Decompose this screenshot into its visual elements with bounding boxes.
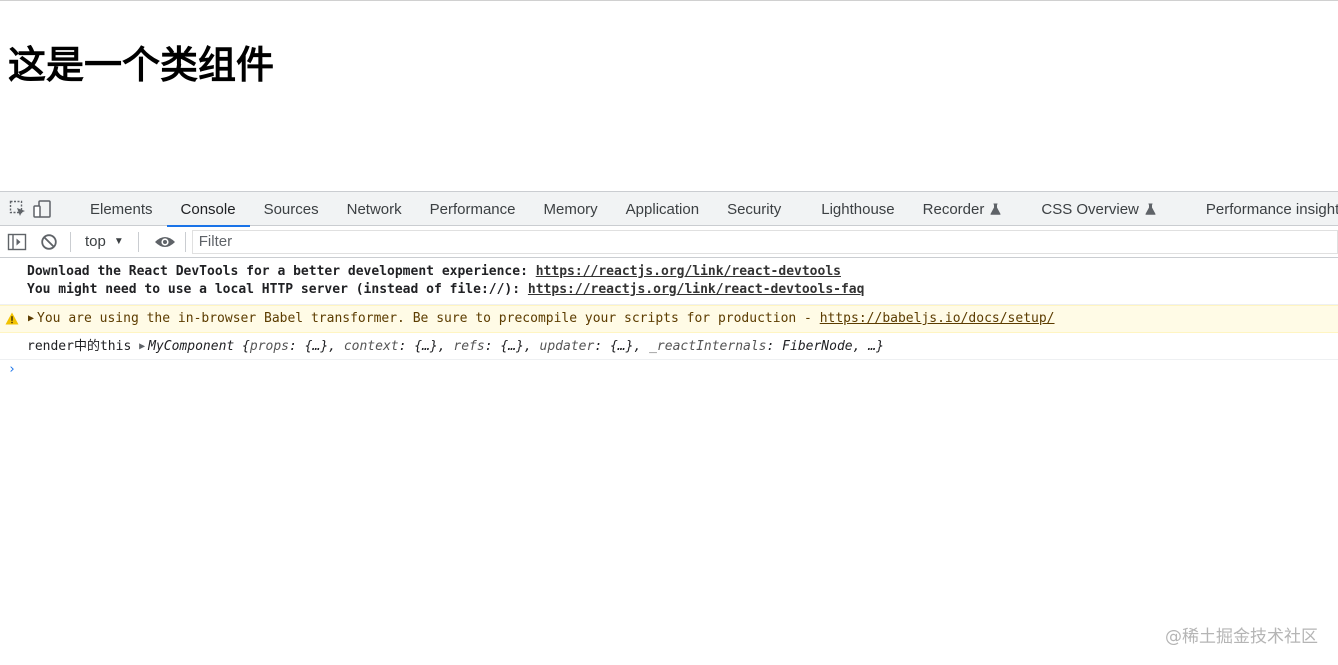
prop-value: {…} (414, 339, 438, 354)
inspect-element-icon[interactable] (6, 192, 30, 226)
tab-elements[interactable]: Elements (76, 192, 167, 226)
chevron-down-icon: ▼ (113, 236, 124, 247)
prop-ellipsis: … (868, 339, 877, 354)
toolbar-separator (137, 231, 139, 252)
context-selector-value: top (85, 233, 106, 250)
tab-security[interactable]: Security (713, 192, 807, 226)
prop-value: {…} (609, 339, 634, 354)
prop-key: props (249, 339, 290, 354)
page-heading: 这是一个类组件 (8, 43, 275, 87)
console-toolbar: top ▼ Filter (0, 226, 1338, 258)
prompt-chevron-icon: › (8, 362, 16, 377)
console-message-react-devtools: Download the React DevTools for a better… (0, 258, 1338, 305)
filter-input[interactable]: Filter (191, 229, 1338, 254)
prop-value: {…} (304, 339, 329, 354)
prop-key: context (343, 339, 399, 354)
web-page: 这是一个类组件 (0, 0, 1338, 192)
warning-text: You are using the in-browser Babel trans… (37, 311, 820, 326)
tab-css-overview[interactable]: CSS Overview (1027, 192, 1192, 226)
filter-placeholder: Filter (198, 233, 233, 250)
prop-value: {…} (500, 339, 524, 354)
expand-triangle-icon[interactable]: ▶ (28, 310, 34, 328)
tab-sources[interactable]: Sources (250, 192, 333, 226)
object-preview[interactable]: MyComponent {props: {…}, context: {…}, r… (148, 339, 884, 354)
prop-key: _reactInternals (649, 339, 767, 354)
message-text: Download the React DevTools for a better… (27, 264, 536, 279)
log-label: render中的this (27, 339, 140, 354)
tab-lighthouse[interactable]: Lighthouse (807, 192, 908, 226)
experimental-flask-icon (990, 203, 1001, 215)
babel-setup-link[interactable]: https://babeljs.io/docs/setup/ (820, 311, 1055, 326)
tab-network[interactable]: Network (333, 192, 416, 226)
tab-recorder-label: Recorder (922, 200, 985, 218)
react-devtools-link[interactable]: https://reactjs.org/link/react-devtools (536, 264, 841, 279)
object-name: MyComponent (148, 339, 235, 354)
console-message-babel-warning: ▶ You are using the in-browser Babel tran… (0, 305, 1338, 333)
tab-css-overview-label: CSS Overview (1041, 200, 1139, 218)
experimental-flask-icon (1145, 203, 1156, 215)
expand-triangle-icon[interactable]: ▶ (139, 338, 145, 356)
prop-value: FiberNode (782, 339, 853, 354)
live-expression-eye-icon[interactable] (145, 226, 185, 258)
tab-console[interactable]: Console (166, 192, 250, 227)
tab-memory[interactable]: Memory (530, 192, 612, 226)
react-devtools-faq-link[interactable]: https://reactjs.org/link/react-devtools-… (528, 282, 865, 297)
prop-key: refs (453, 339, 485, 354)
toolbar-separator (70, 231, 71, 252)
tab-performance[interactable]: Performance (416, 192, 530, 226)
tab-application[interactable]: Application (612, 192, 713, 226)
console-messages: Download the React DevTools for a better… (0, 258, 1338, 382)
sidebar-toggle-icon[interactable] (0, 226, 34, 258)
tab-recorder[interactable]: Recorder (909, 192, 1028, 226)
devtools-tabbar: Elements Console Sources Network Perform… (0, 192, 1338, 227)
context-selector[interactable]: top ▼ (77, 231, 132, 253)
warning-icon (5, 312, 19, 325)
device-toolbar-icon[interactable] (30, 192, 54, 226)
watermark: @稀土掘金技术社区 (1165, 627, 1318, 647)
message-text: You might need to use a local HTTP serve… (27, 282, 528, 297)
tab-performance-insights[interactable]: Performance insights (1192, 192, 1338, 226)
console-prompt[interactable]: › (0, 360, 1338, 382)
prop-key: updater (539, 339, 595, 354)
clear-console-icon[interactable] (34, 226, 64, 258)
tabbar-tools (0, 192, 54, 225)
devtools-panel: Elements Console Sources Network Perform… (0, 191, 1338, 665)
console-message-log: render中的this ▶ MyComponent {props: {…}, c… (0, 333, 1338, 360)
toolbar-separator (184, 231, 186, 252)
